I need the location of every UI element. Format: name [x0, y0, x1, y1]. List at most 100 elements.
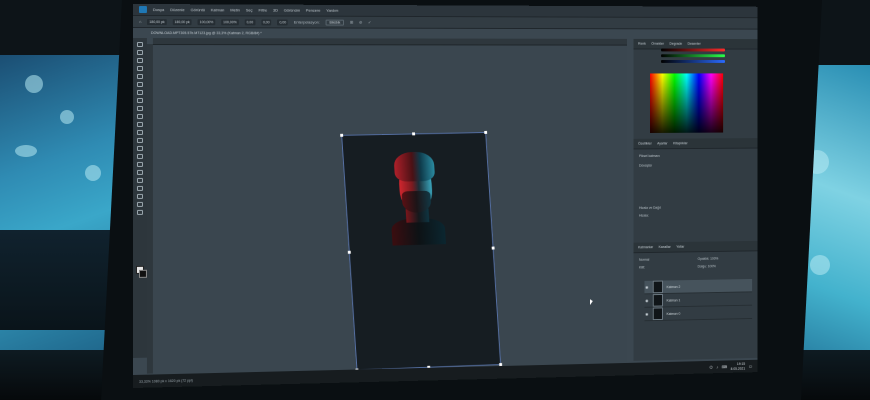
menu-3d[interactable]: 3D: [273, 8, 278, 13]
tab-patterns[interactable]: Desenler: [688, 42, 701, 46]
layer-name: Katman 0: [666, 311, 681, 316]
document-tab[interactable]: DOWNLOAD.MPT305.57b.M7123.jpg @ 33,3% (K…: [144, 29, 268, 38]
interpolation-label: Enterpolasyon:: [293, 19, 320, 25]
color-picker-field[interactable]: [650, 73, 724, 133]
crop-tool-icon[interactable]: [136, 73, 143, 79]
tab-properties[interactable]: Özellikler: [638, 142, 652, 146]
tab-layers[interactable]: Katmanlar: [638, 245, 653, 249]
v-skew-field[interactable]: 0,00: [277, 18, 288, 25]
menu-window[interactable]: Pencere: [306, 8, 320, 13]
align-label: Hizala:: [639, 213, 649, 218]
document-canvas[interactable]: [340, 130, 503, 372]
dodge-tool-icon[interactable]: [136, 153, 143, 159]
menu-help[interactable]: Yardım: [326, 8, 338, 13]
tab-libraries[interactable]: Kitaplıklar: [673, 141, 687, 145]
visibility-eye-icon[interactable]: ◉: [645, 298, 650, 303]
menu-file[interactable]: Dosya: [153, 7, 164, 12]
healing-brush-tool-icon[interactable]: [136, 97, 143, 103]
layer-name: Katman 1: [666, 297, 681, 303]
transform-handle-top-left[interactable]: [340, 133, 344, 137]
right-panels: Renk Örnekler Degrade Desenler Özellikle…: [633, 38, 758, 361]
status-zoom[interactable]: 33,33% 1080 pk x 1620 pk (72 ppi): [139, 378, 193, 383]
brush-tool-icon[interactable]: [136, 105, 143, 111]
menu-select[interactable]: Seç: [246, 7, 253, 12]
interpolation-select[interactable]: Bikübik: [325, 19, 345, 26]
pixel-layer-label: Piksel katmanı: [639, 154, 660, 159]
background-color-swatch[interactable]: [138, 269, 147, 278]
history-brush-tool-icon[interactable]: [136, 121, 143, 127]
width-field[interactable]: 100,00%: [197, 18, 216, 25]
hand-tool-icon[interactable]: [136, 193, 143, 199]
layer-name: Katman 2: [666, 284, 681, 289]
visibility-eye-icon[interactable]: ◉: [645, 312, 650, 317]
canvas-workspace[interactable]: [152, 45, 628, 375]
cancel-icon[interactable]: ⊘: [359, 20, 362, 25]
frame-tool-icon[interactable]: [136, 81, 143, 87]
blend-mode-select[interactable]: Normal: [639, 258, 649, 262]
layer-row[interactable]: ◉ Katman 0: [644, 305, 753, 322]
notifications-icon[interactable]: ▭: [749, 364, 752, 369]
visibility-eye-icon[interactable]: ◉: [645, 285, 650, 290]
path-selection-tool-icon[interactable]: [136, 177, 143, 183]
zoom-tool-icon[interactable]: [136, 201, 143, 207]
layers-tabs: Katmanlar Kanallar Yollar: [633, 240, 758, 254]
tab-swatches[interactable]: Örnekler: [651, 42, 664, 46]
menu-edit[interactable]: Düzenle: [170, 7, 185, 12]
warp-icon[interactable]: ⊞: [350, 20, 353, 25]
system-tray: ⌬ ♪ ⌨ 19:15 8.05.2021 ▭: [709, 362, 752, 372]
properties-tabs: Özellikler Ayarlar Kitaplıklar: [633, 138, 758, 150]
gradient-tool-icon[interactable]: [136, 137, 143, 143]
options-bar: ⌂ 180,00 pk 180,00 pk 100,00% 100,00% 0,…: [133, 15, 758, 30]
tab-gradients[interactable]: Degrade: [669, 42, 682, 46]
red-slider[interactable]: [661, 48, 725, 52]
transform-section-label[interactable]: Dönüştür: [639, 164, 652, 168]
layer-thumbnail: [652, 280, 663, 294]
eraser-tool-icon[interactable]: [136, 129, 143, 135]
menu-view[interactable]: Görünüm: [284, 8, 300, 13]
volume-icon[interactable]: ♪: [716, 365, 718, 370]
pen-tool-icon[interactable]: [136, 161, 143, 167]
menu-filter[interactable]: Filtre: [258, 8, 267, 13]
tab-adjustments[interactable]: Ayarlar: [657, 142, 667, 146]
blue-slider[interactable]: [661, 60, 725, 63]
angle-field[interactable]: 0,00: [244, 18, 256, 25]
menu-image[interactable]: Görüntü: [191, 7, 205, 12]
opacity-field[interactable]: Opaklık: 100%: [698, 257, 719, 261]
rectangle-tool-icon[interactable]: [136, 185, 143, 191]
clone-stamp-tool-icon[interactable]: [136, 113, 143, 119]
align-distribute-label[interactable]: Hizala ve Dağıt: [639, 206, 661, 210]
taskbar-clock[interactable]: 19:15 8.05.2021: [731, 362, 745, 371]
marquee-tool-icon[interactable]: [136, 50, 143, 56]
home-icon[interactable]: ⌂: [139, 19, 141, 24]
commit-check-icon[interactable]: ✓: [368, 20, 371, 25]
h-skew-field[interactable]: 0,00: [261, 18, 272, 25]
menu-layer[interactable]: Katman: [211, 7, 225, 12]
transform-handle-left[interactable]: [347, 250, 351, 254]
tab-paths[interactable]: Yollar: [676, 245, 684, 249]
language-icon[interactable]: ⌨: [722, 364, 727, 369]
menu-type[interactable]: Metin: [230, 7, 240, 12]
tab-color[interactable]: Renk: [638, 42, 646, 46]
y-position-field[interactable]: 180,00 pk: [172, 18, 192, 25]
portrait-image: [387, 151, 446, 246]
lasso-tool-icon[interactable]: [136, 58, 143, 63]
x-position-field[interactable]: 180,00 pk: [147, 18, 167, 25]
blur-tool-icon[interactable]: [136, 145, 143, 151]
green-slider[interactable]: [661, 54, 725, 58]
transform-handle-top-right[interactable]: [484, 130, 488, 134]
eyedropper-tool-icon[interactable]: [136, 89, 143, 95]
edit-toolbar-icon[interactable]: [136, 209, 143, 215]
layer-thumbnail: [652, 307, 663, 321]
transform-handle-right[interactable]: [491, 246, 495, 250]
quick-select-tool-icon[interactable]: [136, 65, 143, 71]
network-icon[interactable]: ⌬: [709, 365, 712, 370]
tab-channels[interactable]: Kanallar: [659, 245, 671, 249]
transform-handle-top[interactable]: [412, 132, 416, 136]
fill-field[interactable]: Dolgu: 100%: [698, 264, 716, 268]
photoshop-logo-icon: [138, 6, 147, 14]
properties-panel: Özellikler Ayarlar Kitaplıklar Piksel ka…: [633, 138, 758, 218]
height-field[interactable]: 100,00%: [221, 18, 239, 25]
move-tool-icon[interactable]: [136, 42, 143, 48]
type-tool-icon[interactable]: [136, 169, 143, 175]
clock-date: 8.05.2021: [730, 366, 746, 371]
